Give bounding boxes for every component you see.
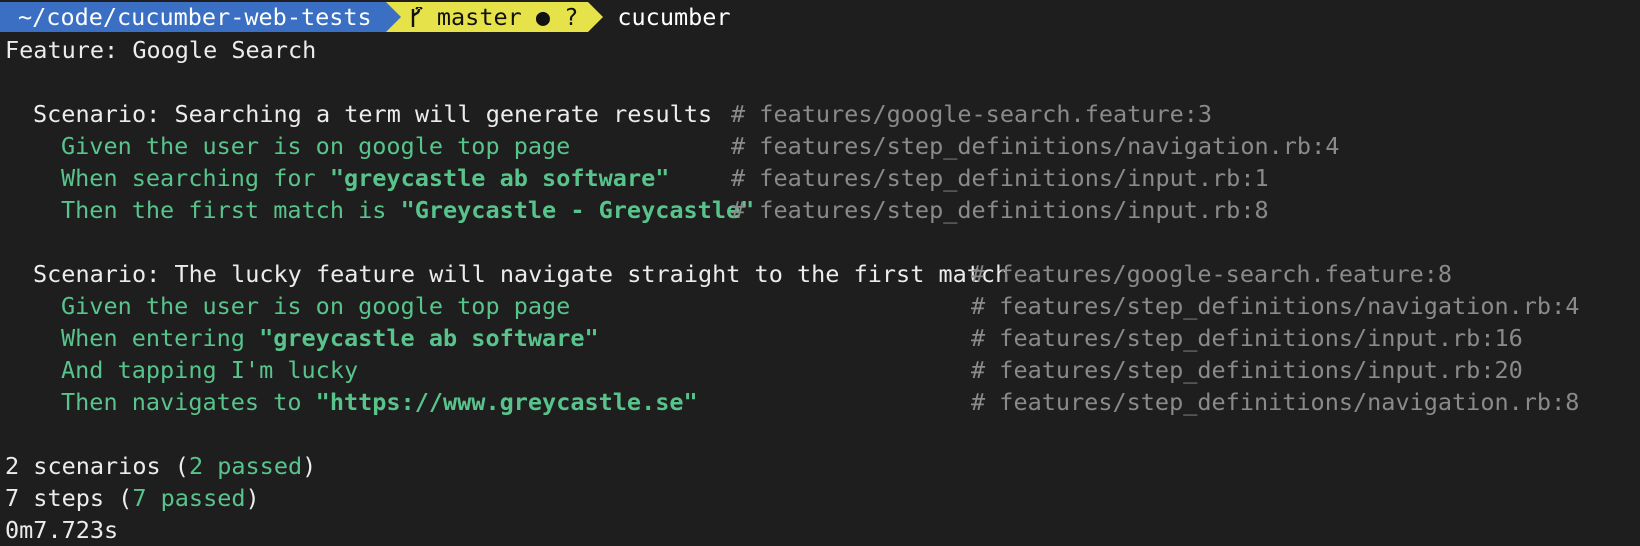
steps-summary: 7 steps (7 passed) [5, 484, 260, 512]
passed-count: 7 passed [132, 484, 246, 512]
step-line: Given the user is on google top page # fe… [61, 132, 1340, 160]
step-line: Given the user is on google top page # fe… [61, 292, 1580, 320]
passed-count: 2 passed [188, 452, 303, 480]
step-location: # features/step_definitions/navigation.r… [731, 132, 1340, 160]
step-location: # features/step_definitions/input.rb:16 [971, 324, 1523, 352]
step-line: Then navigates to "https://www.greycastl… [61, 388, 1580, 416]
step-location: # features/step_definitions/input.rb:1 [731, 164, 1269, 192]
step-location: # features/step_definitions/navigation.r… [971, 292, 1580, 320]
terminal-window[interactable]: ~/code/cucumber-web-tests master ● ? cuc… [0, 0, 1640, 546]
feature-title: Feature: Google Search [5, 36, 317, 64]
step-argument: "https://www.greycastle.se" [315, 388, 698, 416]
command-text: cucumber [617, 3, 731, 31]
step-location: # features/step_definitions/input.rb:20 [971, 356, 1523, 384]
step-line: When searching for "greycastle ab softwa… [61, 164, 1269, 192]
step-line: When entering "greycastle ab software" # … [61, 324, 1523, 352]
scenario-location: # features/google-search.feature:8 [971, 260, 1453, 288]
powerline-separator [385, 2, 401, 32]
scenario-title: Scenario: Searching a term will generate… [33, 100, 1213, 128]
powerline-separator [588, 2, 604, 32]
scenario-title: Scenario: The lucky feature will navigat… [33, 260, 1453, 288]
scenario-location: # features/google-search.feature:3 [731, 100, 1213, 128]
step-location: # features/step_definitions/input.rb:8 [731, 196, 1269, 224]
run-duration: 0m7.723s [5, 516, 119, 544]
git-branch-icon [411, 4, 423, 27]
shell-prompt: ~/code/cucumber-web-tests master ● ? cuc… [0, 0, 1640, 34]
step-argument: "greycastle ab software" [329, 164, 670, 192]
git-branch-name: master [436, 3, 522, 31]
step-line: And tapping I'm lucky # features/step_def… [61, 356, 1523, 384]
scenarios-summary: 2 scenarios (2 passed) [5, 452, 317, 480]
step-location: # features/step_definitions/navigation.r… [971, 388, 1580, 416]
prompt-path: ~/code/cucumber-web-tests [0, 2, 386, 32]
step-line: Then the first match is "Greycastle - Gr… [61, 196, 1269, 224]
prompt-git-segment: master ● ? [400, 2, 589, 32]
git-status: ● ? [535, 3, 579, 31]
step-argument: "Greycastle - Greycastle" [400, 196, 755, 224]
step-argument: "greycastle ab software" [259, 324, 599, 352]
